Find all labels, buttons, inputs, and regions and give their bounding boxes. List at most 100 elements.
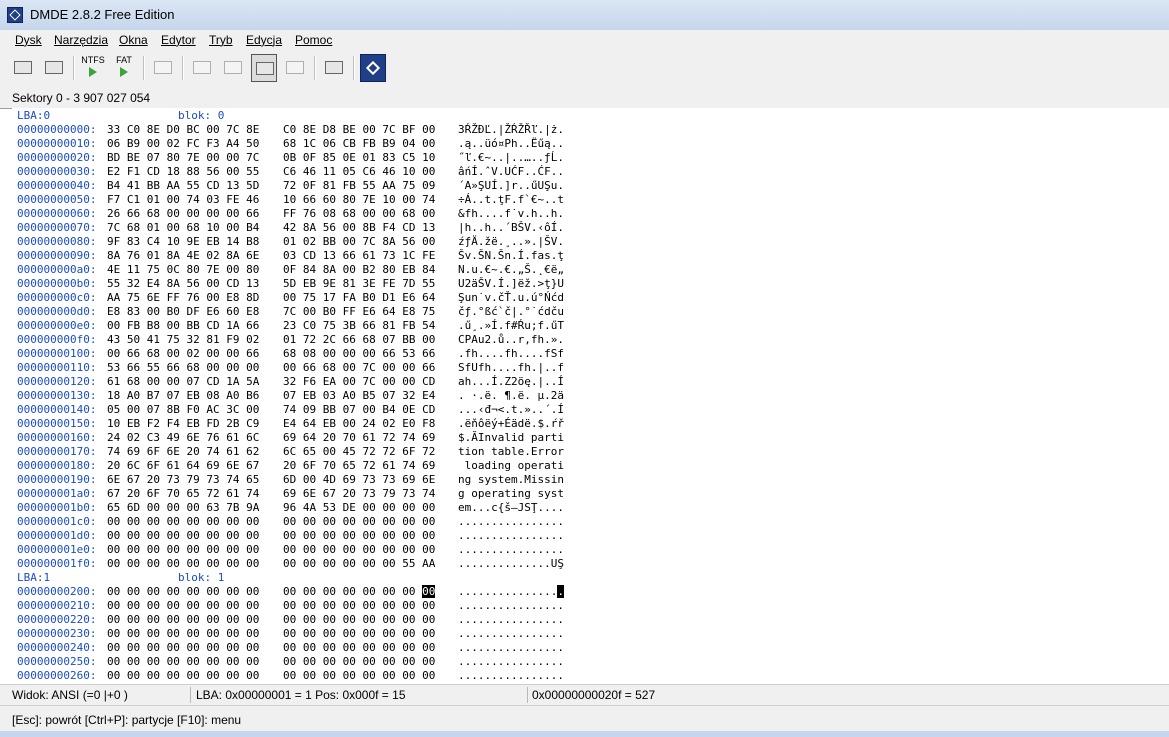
open-disk-button[interactable]: [10, 54, 36, 82]
hex-bytes-2[interactable]: 00 00 00 00 00 00 00 00: [283, 655, 435, 669]
ascii-text[interactable]: &fh....f˙v.h..h.: [458, 207, 564, 221]
ascii-text[interactable]: ˝ľ.€~..|..…..ƒĹ.: [458, 151, 564, 165]
hex-bytes-1[interactable]: 65 6D 00 00 00 63 7B 9A: [107, 501, 259, 515]
ascii-text[interactable]: em...c{š–JSŢ....: [458, 501, 564, 515]
menu-narzedzia[interactable]: Narzędzia: [54, 33, 108, 47]
ascii-text[interactable]: .fh....fh....fSf: [458, 347, 564, 361]
hex-editor[interactable]: LBA:0 blok: 0 00000000000: 33 C0 8E D0 BC 0…: [12, 108, 1169, 684]
hex-bytes-1[interactable]: AA 75 6E FF 76 00 E8 8D: [107, 291, 259, 305]
hex-bytes-1[interactable]: 10 EB F2 F4 EB FD 2B C9: [107, 417, 259, 431]
menu-okna[interactable]: Okna: [119, 33, 148, 47]
hex-bytes-2[interactable]: 00 75 17 FA B0 D1 E6 64: [283, 291, 435, 305]
ascii-text[interactable]: Şun˙v.čŤ.u.ú°Ńćd: [458, 291, 564, 305]
ascii-text[interactable]: ................: [458, 655, 564, 669]
ascii-text[interactable]: |h..h..´BŠV.‹ôÍ.: [458, 221, 564, 235]
hex-bytes-2[interactable]: 6C 65 00 45 72 72 6F 72: [283, 445, 435, 459]
hex-bytes-1[interactable]: BD BE 07 80 7E 00 00 7C: [107, 151, 259, 165]
hex-bytes-1[interactable]: 8A 76 01 8A 4E 02 8A 6E: [107, 249, 259, 263]
partitions-button[interactable]: [41, 54, 67, 82]
hex-bytes-1[interactable]: 00 00 00 00 00 00 00 00: [107, 655, 259, 669]
directory-view-button[interactable]: [189, 54, 215, 82]
hex-bytes-2[interactable]: 00 00 00 00 00 00 00 00: [283, 613, 435, 627]
ascii-text[interactable]: g operating syst: [458, 487, 564, 501]
ascii-cursor[interactable]: .: [557, 585, 564, 598]
hex-view-button[interactable]: [251, 54, 277, 82]
hex-bytes-2[interactable]: 42 8A 56 00 8B F4 CD 13: [283, 221, 435, 235]
hex-bytes-2[interactable]: C6 46 11 05 C6 46 10 00: [283, 165, 435, 179]
hex-bytes-1[interactable]: 00 00 00 00 00 00 00 00: [107, 529, 259, 543]
hex-bytes-2[interactable]: 68 08 00 00 00 66 53 66: [283, 347, 435, 361]
hex-bytes-1[interactable]: 00 00 00 00 00 00 00 00: [107, 543, 259, 557]
hex-bytes-2[interactable]: 00 00 00 00 00 00 00 00: [283, 641, 435, 655]
hex-bytes-2[interactable]: 23 C0 75 3B 66 81 FB 54: [283, 319, 435, 333]
hex-bytes-2[interactable]: 69 6E 67 20 73 79 73 74: [283, 487, 435, 501]
ascii-text[interactable]: ................: [458, 669, 564, 683]
hex-bytes-2[interactable]: 07 EB 03 A0 B5 07 32 E4: [283, 389, 435, 403]
hex-bytes-1[interactable]: E2 F1 CD 18 88 56 00 55: [107, 165, 259, 179]
hex-bytes-2[interactable]: 00 00 00 00 00 00 00 00: [283, 529, 435, 543]
hex-bytes-2[interactable]: 68 1C 06 CB FB B9 04 00: [283, 137, 435, 151]
hex-bytes-1[interactable]: 74 69 6F 6E 20 74 61 62: [107, 445, 259, 459]
ascii-text[interactable]: CPAu2.ů..r,fh.».: [458, 333, 564, 347]
hex-bytes-1[interactable]: 00 00 00 00 00 00 00 00: [107, 557, 259, 571]
hex-bytes-2[interactable]: E4 64 EB 00 24 02 E0 F8: [283, 417, 435, 431]
hex-bytes-1[interactable]: 4E 11 75 0C 80 7E 00 80: [107, 263, 259, 277]
hex-bytes-2[interactable]: 01 72 2C 66 68 07 BB 00: [283, 333, 435, 347]
ascii-text[interactable]: ................: [458, 529, 564, 543]
hex-bytes-2[interactable]: FF 76 08 68 00 00 68 00: [283, 207, 435, 221]
hex-bytes-2[interactable]: 00 00 00 00 00 00 00 00: [283, 669, 435, 683]
hex-bytes-1[interactable]: 00 00 00 00 00 00 00 00: [107, 599, 259, 613]
hex-bytes-1[interactable]: 00 00 00 00 00 00 00 00: [107, 627, 259, 641]
hex-bytes-1[interactable]: 67 20 6F 70 65 72 61 74: [107, 487, 259, 501]
hex-bytes-2[interactable]: 00 00 00 00 00 00 00 00: [283, 543, 435, 557]
hex-bytes-1[interactable]: 43 50 41 75 32 81 F9 02: [107, 333, 259, 347]
hex-bytes-2[interactable]: 69 64 20 70 61 72 74 69: [283, 431, 435, 445]
hex-bytes-1[interactable]: 00 00 00 00 00 00 00 00: [107, 585, 259, 599]
ascii-text[interactable]: ................: [458, 543, 564, 557]
hex-bytes-2[interactable]: 00 00 00 00 00 00 00 00: [283, 585, 436, 599]
ascii-text[interactable]: ................: [458, 613, 564, 627]
hex-bytes-1[interactable]: 20 6C 6F 61 64 69 6E 67: [107, 459, 259, 473]
copy-sectors-button[interactable]: [321, 54, 347, 82]
hex-bytes-2[interactable]: 00 00 00 00 00 00 55 AA: [283, 557, 435, 571]
ascii-text[interactable]: .ű¸.»Í.f#Ŕu;f.űT: [458, 319, 564, 333]
hex-bytes-1[interactable]: 00 00 00 00 00 00 00 00: [107, 613, 259, 627]
ascii-text[interactable]: loading operati: [458, 459, 564, 473]
menu-tryb[interactable]: Tryb: [209, 33, 233, 47]
hex-bytes-1[interactable]: B4 41 BB AA 55 CD 13 5D: [107, 179, 259, 193]
hex-bytes-2[interactable]: 00 00 00 00 00 00 00 00: [283, 515, 435, 529]
ascii-text[interactable]: źƒÄ.žë.¸..».|ŠV.: [458, 235, 564, 249]
ascii-text[interactable]: ng system.Missin: [458, 473, 564, 487]
hex-bytes-1[interactable]: 9F 83 C4 10 9E EB 14 B8: [107, 235, 259, 249]
ascii-text[interactable]: ...‹đ¬<.t.»..´.Í: [458, 403, 564, 417]
list-view-button[interactable]: [220, 54, 246, 82]
ascii-text[interactable]: ................: [458, 627, 564, 641]
ascii-text[interactable]: SfUfh....fh.|..f: [458, 361, 564, 375]
ascii-text[interactable]: N.u.€~.€.„Š.˛€ë„: [458, 263, 564, 277]
ascii-text[interactable]: ................: [458, 599, 564, 613]
hex-bytes-2[interactable]: 7C 00 B0 FF E6 64 E8 75: [283, 305, 435, 319]
ascii-text[interactable]: .ëňôëý+Éädë.$.ŕř: [458, 417, 564, 431]
hex-bytes-2[interactable]: 00 66 68 00 7C 00 00 66: [283, 361, 435, 375]
ascii-text[interactable]: ÷Á..t.ţF.f`€~..t: [458, 193, 564, 207]
ascii-text[interactable]: ´A»ŞUÍ.]r..űUŞu.: [458, 179, 564, 193]
hex-bytes-1[interactable]: 6E 67 20 73 79 73 74 65: [107, 473, 259, 487]
ascii-text[interactable]: âńÍ.ˆV.UĆF..ĆF..: [458, 165, 564, 179]
hex-bytes-1[interactable]: 61 68 00 00 07 CD 1A 5A: [107, 375, 259, 389]
ascii-text[interactable]: tion table.Error: [458, 445, 564, 459]
hex-bytes-2[interactable]: 74 09 BB 07 00 B4 0E CD: [283, 403, 435, 417]
dmde-logo-button[interactable]: [360, 54, 386, 82]
ascii-text[interactable]: ..............UŞ: [458, 557, 564, 571]
hex-bytes-1[interactable]: 26 66 68 00 00 00 00 66: [107, 207, 259, 221]
ascii-text[interactable]: .ą..üó¤Ph..Ëűą..: [458, 137, 564, 151]
hex-bytes-2[interactable]: 10 66 60 80 7E 10 00 74: [283, 193, 435, 207]
hex-bytes-1[interactable]: F7 C1 01 00 74 03 FE 46: [107, 193, 259, 207]
hex-bytes-1[interactable]: 05 00 07 8B F0 AC 3C 00: [107, 403, 259, 417]
hex-bytes-2[interactable]: 32 F6 EA 00 7C 00 00 CD: [283, 375, 435, 389]
hex-bytes-1[interactable]: 53 66 55 66 68 00 00 00: [107, 361, 259, 375]
hex-bytes-1[interactable]: 18 A0 B7 07 EB 08 A0 B6: [107, 389, 259, 403]
ascii-text[interactable]: U2äŠV.Í.]ëž.>ţ}U: [458, 277, 564, 291]
hex-bytes-2[interactable]: 03 CD 13 66 61 73 1C FE: [283, 249, 435, 263]
ascii-text[interactable]: . ·.ë. ¶.ë. µ.2ä: [458, 389, 564, 403]
ascii-text[interactable]: ah...Í.Z2öę.|..Í: [458, 375, 564, 389]
